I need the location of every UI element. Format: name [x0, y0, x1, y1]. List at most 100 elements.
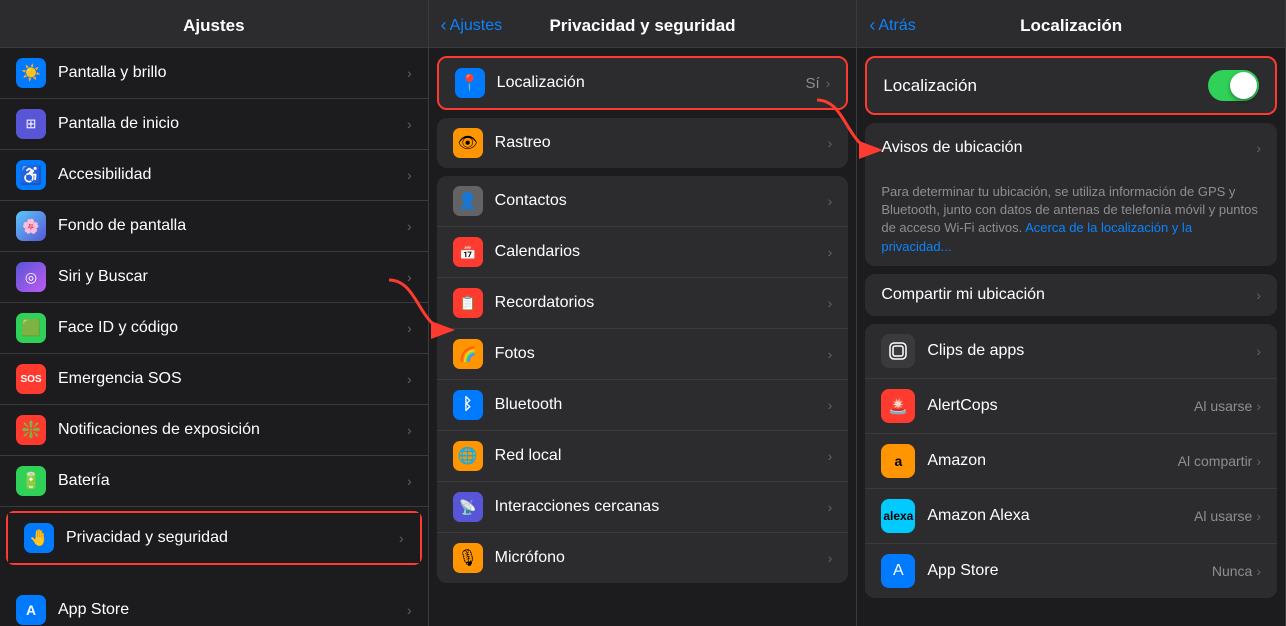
- list-item[interactable]: 🌸 Fondo de pantalla ›: [0, 201, 428, 252]
- arrow1-svg: [389, 280, 469, 380]
- interacciones-icon: 📡: [453, 492, 483, 522]
- fotos-label: Fotos: [495, 345, 828, 363]
- privacidad-label: Privacidad y seguridad: [66, 529, 399, 547]
- list-item[interactable]: ⊞ Pantalla de inicio ›: [0, 99, 428, 150]
- localizacion-value: Sí: [805, 75, 819, 92]
- arrow2-svg: [817, 100, 897, 200]
- list-item[interactable]: ❇️ Notificaciones de exposición ›: [0, 405, 428, 456]
- localizacion-highlight: 📍 Localización Sí ›: [437, 56, 849, 110]
- fotos-item[interactable]: 🌈 Fotos ›: [437, 329, 849, 380]
- amazon-value: Al compartir: [1178, 453, 1253, 469]
- red-local-item[interactable]: 🌐 Red local ›: [437, 431, 849, 482]
- localizacion-description: Para determinar tu ubicación, se utiliza…: [865, 173, 1277, 266]
- red-local-label: Red local: [495, 447, 828, 465]
- list-item[interactable]: ☀️ Pantalla y brillo ›: [0, 48, 428, 99]
- panel2-back-btn[interactable]: ‹ Ajustes: [441, 16, 502, 36]
- contactos-item[interactable]: 👤 Contactos ›: [437, 176, 849, 227]
- panel2-back-label: Ajustes: [450, 17, 502, 35]
- clips-item[interactable]: Clips de apps ›: [865, 324, 1277, 379]
- compartir-row: Compartir mi ubicación ›: [865, 274, 1277, 316]
- localizacion-toggle-row: Localización: [865, 56, 1277, 115]
- appstore-p3-icon: A: [881, 554, 915, 588]
- sos-icon: SOS: [16, 364, 46, 394]
- panel3-title: Localización: [1020, 16, 1122, 36]
- avisos-item[interactable]: Avisos de ubicación ›: [865, 123, 1277, 173]
- panel2-scroll: 📍 Localización Sí › 👁 Rastreo › 👤 Contac…: [429, 48, 857, 626]
- alexa-value: Al usarse: [1194, 508, 1252, 524]
- appstore-p3-item[interactable]: A App Store Nunca ›: [865, 544, 1277, 598]
- sos-label: Emergencia SOS: [58, 370, 407, 388]
- localizacion-icon: 📍: [455, 68, 485, 98]
- rastreo-item[interactable]: 👁 Rastreo ›: [437, 118, 849, 168]
- localizacion-label: Localización: [497, 74, 806, 92]
- fondo-icon: 🌸: [16, 211, 46, 241]
- list-item[interactable]: ♿ Accesibilidad ›: [0, 150, 428, 201]
- list-item[interactable]: 🟩 Face ID y código ›: [0, 303, 428, 354]
- red-local-icon: 🌐: [453, 441, 483, 471]
- bateria-icon: 🔋: [16, 466, 46, 496]
- amazon-label: Amazon: [927, 452, 1177, 470]
- faceid-icon: 🟩: [16, 313, 46, 343]
- alexa-item[interactable]: alexa Amazon Alexa Al usarse ›: [865, 489, 1277, 544]
- alertcops-item[interactable]: 🚨 AlertCops Al usarse ›: [865, 379, 1277, 434]
- list-item[interactable]: SOS Emergencia SOS ›: [0, 354, 428, 405]
- appstore-icon: A: [16, 595, 46, 625]
- contactos-label: Contactos: [495, 192, 828, 210]
- localizacion-item[interactable]: 📍 Localización Sí ›: [439, 58, 847, 108]
- panel3-scroll: Localización Avisos de ubicación › Para …: [857, 48, 1285, 626]
- bateria-label: Batería: [58, 472, 407, 490]
- back-chevron-icon2: ‹: [869, 15, 875, 36]
- back-chevron-icon: ‹: [441, 15, 447, 36]
- calendarios-icon: 📅: [453, 237, 483, 267]
- panel-privacy: ‹ Ajustes Privacidad y seguridad 📍 Local…: [429, 0, 858, 626]
- clips-icon: [881, 334, 915, 368]
- faceid-label: Face ID y código: [58, 319, 407, 337]
- amazon-icon: a: [881, 444, 915, 478]
- clips-label: Clips de apps: [927, 342, 1256, 360]
- privacidad-icon: 🤚: [24, 523, 54, 553]
- panel2-title: Privacidad y seguridad: [549, 16, 735, 36]
- alertcops-icon: 🚨: [881, 389, 915, 423]
- localizacion-toggle[interactable]: [1208, 70, 1259, 101]
- list-item[interactable]: 🔋 Batería ›: [0, 456, 428, 507]
- list-item[interactable]: ◎ Siri y Buscar ›: [0, 252, 428, 303]
- accesibilidad-icon: ♿: [16, 160, 46, 190]
- compartir-chevron: ›: [1256, 287, 1261, 303]
- pantalla-brillo-label: Pantalla y brillo: [58, 64, 407, 82]
- alertcops-label: AlertCops: [927, 397, 1194, 415]
- panel3-back-btn[interactable]: ‹ Atrás: [869, 16, 915, 36]
- rastreo-label: Rastreo: [495, 134, 828, 152]
- interacciones-item[interactable]: 📡 Interacciones cercanas ›: [437, 482, 849, 533]
- avisos-section: Avisos de ubicación › Para determinar tu…: [865, 123, 1277, 266]
- privacidad-item[interactable]: 🤚 Privacidad y seguridad ›: [8, 513, 420, 563]
- calendarios-label: Calendarios: [495, 243, 828, 261]
- exposicion-icon: ❇️: [16, 415, 46, 445]
- alexa-icon: alexa: [881, 499, 915, 533]
- appstore-item[interactable]: A App Store ›: [0, 585, 428, 626]
- fondo-label: Fondo de pantalla: [58, 217, 407, 235]
- apps-list-section: Clips de apps › 🚨 AlertCops Al usarse › …: [865, 324, 1277, 598]
- panel3-back-label: Atrás: [878, 17, 915, 35]
- exposicion-label: Notificaciones de exposición: [58, 421, 407, 439]
- appstore-p3-value: Nunca: [1212, 563, 1252, 579]
- panel-localization: ‹ Atrás Localización Localización Avisos…: [857, 0, 1286, 626]
- alertcops-value: Al usarse: [1194, 398, 1252, 414]
- appstore-p3-label: App Store: [927, 562, 1212, 580]
- microfono-item[interactable]: 🎙 Micrófono ›: [437, 533, 849, 583]
- panel1-bottom-list: A App Store › 💳 Cartera y Apple Pay ›: [0, 585, 428, 626]
- microfono-label: Micrófono: [495, 549, 828, 567]
- recordatorios-item[interactable]: 📋 Recordatorios ›: [437, 278, 849, 329]
- toggle-knob: [1230, 72, 1257, 99]
- panel1-scroll: ☀️ Pantalla y brillo › ⊞ Pantalla de ini…: [0, 48, 428, 626]
- amazon-item[interactable]: a Amazon Al compartir ›: [865, 434, 1277, 489]
- rastreo-section: 👁 Rastreo ›: [437, 118, 849, 168]
- contactos-icon: 👤: [453, 186, 483, 216]
- calendarios-item[interactable]: 📅 Calendarios ›: [437, 227, 849, 278]
- siri-label: Siri y Buscar: [58, 268, 407, 286]
- panel-settings: Ajustes ☀️ Pantalla y brillo › ⊞ Pantall…: [0, 0, 429, 626]
- interacciones-label: Interacciones cercanas: [495, 498, 828, 516]
- bluetooth-item[interactable]: ᛒ Bluetooth ›: [437, 380, 849, 431]
- pantalla-brillo-icon: ☀️: [16, 58, 46, 88]
- privacidad-highlight-box: 🤚 Privacidad y seguridad ›: [6, 511, 422, 565]
- apps-privacy-section: 👤 Contactos › 📅 Calendarios › 📋 Recordat…: [437, 176, 849, 583]
